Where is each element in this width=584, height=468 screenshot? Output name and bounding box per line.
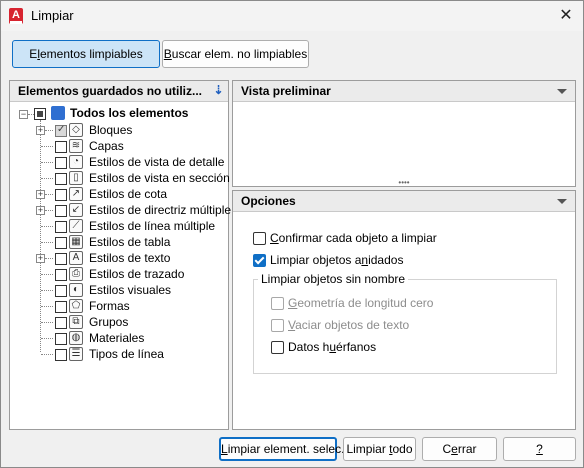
materials-icon: ◍ (69, 331, 83, 345)
purge-all-button[interactable]: Limpiar todo (343, 437, 416, 461)
drawing-icon (51, 106, 65, 120)
close-icon[interactable]: ✕ (555, 5, 577, 27)
tree-item-label: Capas (89, 139, 124, 153)
tree-item-checkbox[interactable] (55, 349, 67, 361)
tree-header: Elementos guardados no utiliz... ⇣ (10, 81, 228, 102)
options-panel: Opciones Confirmar cada objeto a limpiar… (232, 190, 576, 430)
tree-item-checkbox[interactable] (55, 141, 67, 153)
tree-item-label: Bloques (89, 123, 133, 137)
zero-length-geometry-checkbox[interactable] (271, 297, 284, 310)
collapse-caret-icon[interactable] (557, 199, 567, 204)
tree-item-label: Estilos de vista en sección (89, 171, 230, 185)
tree-item-checkbox[interactable] (55, 317, 67, 329)
tree-item-label: Estilos de tabla (89, 235, 171, 249)
tree-item-checkbox[interactable] (55, 237, 67, 249)
text-style-icon: A (69, 251, 83, 265)
tree-item-label: Estilos de cota (89, 187, 168, 201)
autocad-app-icon: A (9, 8, 23, 24)
tree-item-label: Estilos de trazado (89, 267, 185, 281)
tree-item-checkbox[interactable] (55, 173, 67, 185)
collapse-toggle[interactable]: − (19, 110, 28, 119)
tree-item-checkbox[interactable] (55, 253, 67, 265)
tree-item-checkbox[interactable] (55, 269, 67, 281)
collapse-caret-icon[interactable] (557, 89, 567, 94)
tree-item-label: Formas (89, 299, 130, 313)
expand-toggle[interactable]: + (36, 206, 45, 215)
tree-item-checkbox[interactable] (55, 221, 67, 233)
linetypes-icon: ☰ (69, 347, 83, 361)
help-button[interactable]: ? (503, 437, 576, 461)
groups-icon: ⧉ (69, 315, 83, 329)
options-header: Opciones (233, 191, 575, 212)
tree-item-label: Estilos visuales (89, 283, 172, 297)
visual-style-icon: ◐ (69, 283, 83, 297)
tree-item-label: Estilos de línea múltiple (89, 219, 216, 233)
tree-item-checkbox[interactable] (55, 157, 67, 169)
section-view-style-icon: ▯ (69, 171, 83, 185)
tree-item-label: Estilos de texto (89, 251, 171, 265)
close-button[interactable]: Cerrar (422, 437, 497, 461)
detail-view-style-icon: ◔ (69, 155, 83, 169)
all-items-checkbox[interactable] (34, 108, 46, 120)
multileader-style-icon: ↙ (69, 203, 83, 217)
shapes-icon: ⬠ (69, 299, 83, 313)
tree-item-checkbox[interactable] (55, 189, 67, 201)
tree-item-checkbox[interactable] (55, 205, 67, 217)
splitter-grip-icon[interactable]: •••• (393, 179, 415, 187)
tree-root-label: Todos los elementos (70, 106, 189, 120)
preview-panel: Vista preliminar •••• (232, 80, 576, 187)
expand-toggle[interactable]: + (36, 190, 45, 199)
items-tree: − Todos los elementos + ✓ ◇ Bloques ≋ Capas ◔ E… (10, 102, 232, 429)
orphaned-data-checkbox[interactable] (271, 341, 284, 354)
purge-selected-button[interactable]: Limpiar element. selec. (219, 437, 344, 461)
plot-style-icon: ⎙ (69, 267, 83, 281)
zero-length-geometry-label: Geometría de longitud cero (288, 296, 434, 310)
empty-text-objects-checkbox[interactable] (271, 319, 284, 332)
tree-header-label: Elementos guardados no utiliz... (18, 84, 203, 98)
sort-icon[interactable]: ⇣ (211, 83, 226, 98)
tree-item-checkbox[interactable]: ✓ (55, 124, 67, 137)
tree-item-checkbox[interactable] (55, 333, 67, 345)
confirm-each-checkbox[interactable] (253, 232, 266, 245)
tree-item-label: Tipos de línea (89, 347, 164, 361)
purge-dialog: A Limpiar ✕ Elementos limpiables Buscar … (0, 0, 584, 468)
multiline-style-icon: ⟋ (69, 219, 83, 233)
window-title: Limpiar (31, 8, 74, 23)
orphaned-data-label[interactable]: Datos huérfanos (288, 340, 376, 354)
tree-item-label: Materiales (89, 331, 145, 345)
purge-nested-checkbox[interactable] (253, 254, 266, 267)
tree-item-checkbox[interactable] (55, 285, 67, 297)
tree-item-label: Grupos (89, 315, 129, 329)
expand-toggle[interactable]: + (36, 126, 45, 135)
purge-nested-label[interactable]: Limpiar objetos anidados (270, 253, 403, 267)
tab-purgeable-items[interactable]: Elementos limpiables (12, 40, 160, 68)
layers-icon: ≋ (69, 139, 83, 153)
confirm-each-label[interactable]: Confirmar cada objeto a limpiar (270, 231, 437, 245)
group-title: Limpiar objetos sin nombre (258, 272, 409, 286)
title-bar: A Limpiar ✕ (1, 1, 583, 31)
tree-item-checkbox[interactable] (55, 301, 67, 313)
tree-item-label: Estilos de directriz múltiple (89, 203, 232, 217)
table-style-icon: ▦ (69, 235, 83, 249)
tree-item-label: Estilos de vista de detalle (89, 155, 225, 169)
dimension-style-icon: ↗ (69, 187, 83, 201)
preview-header: Vista preliminar (233, 81, 575, 102)
blocks-icon: ◇ (69, 123, 83, 137)
unused-items-panel: Elementos guardados no utiliz... ⇣ − Tod… (9, 80, 232, 430)
empty-text-objects-label: Vaciar objetos de texto (288, 318, 410, 332)
tab-non-purgeable-items[interactable]: Buscar elem. no limpiables (162, 40, 309, 68)
expand-toggle[interactable]: + (36, 254, 45, 263)
